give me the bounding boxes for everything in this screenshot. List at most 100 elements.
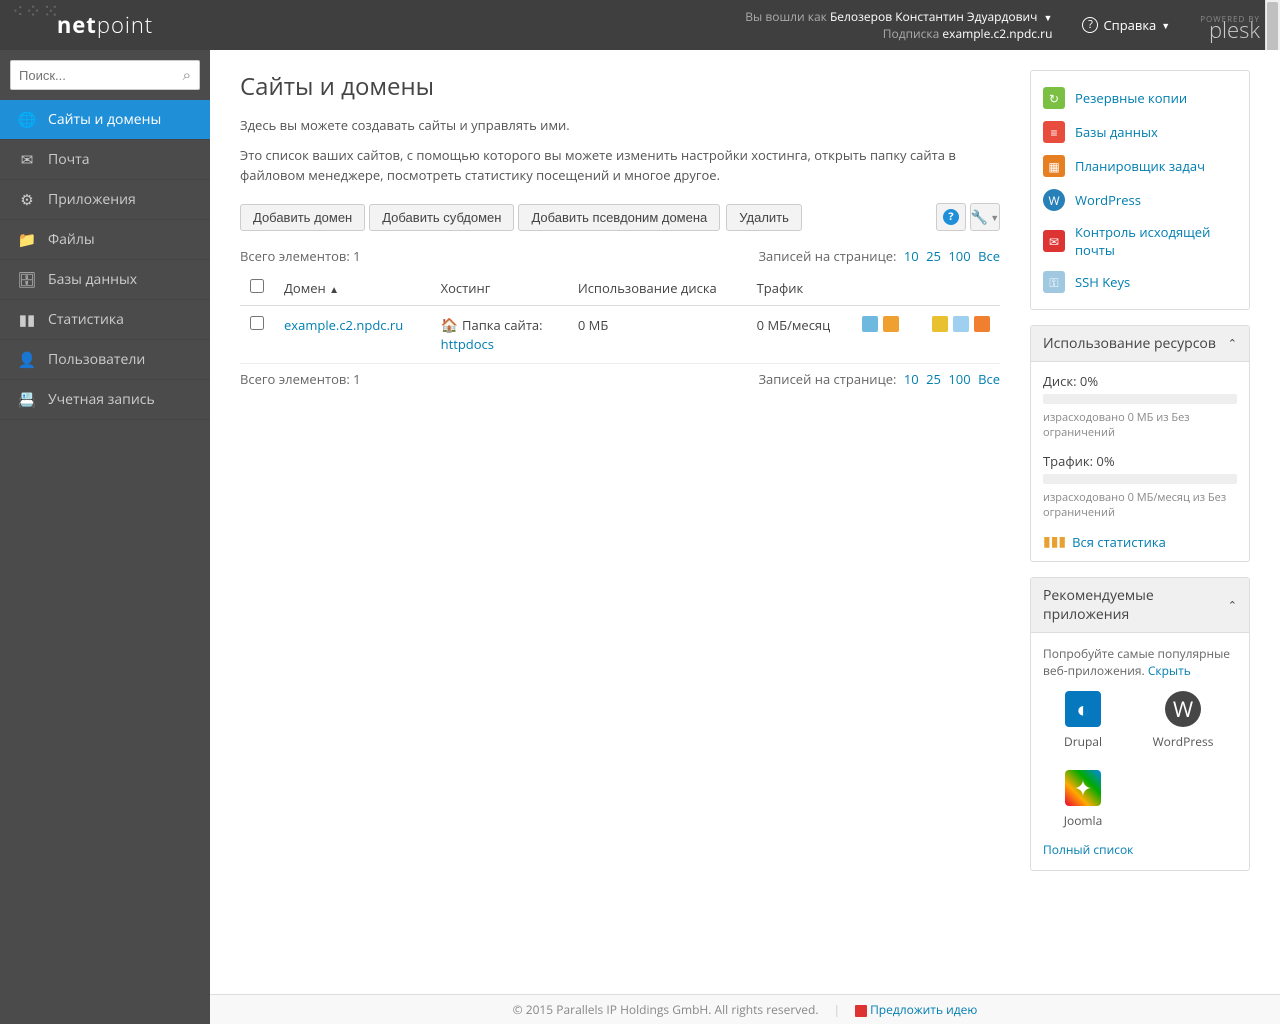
list-meta-bottom: Всего элементов: 1 Записей на странице: …	[240, 364, 1000, 394]
traffic-cell: 0 МБ/месяц	[747, 306, 852, 364]
bars-icon: ▮▮▮	[1043, 532, 1066, 551]
perpage-25[interactable]: 25	[926, 370, 941, 388]
gear-icon: ⚙	[18, 191, 36, 209]
files-icon[interactable]	[883, 316, 899, 332]
chevron-up-icon: ⌃	[1228, 336, 1237, 351]
apps-panel: Рекомендуемые приложения ⌃ Попробуйте са…	[1030, 577, 1250, 871]
tool-link-1[interactable]: ≡Базы данных	[1043, 115, 1237, 149]
tool-link-2[interactable]: ▦Планировщик задач	[1043, 149, 1237, 183]
sidebar-item-7[interactable]: 📇Учетная запись	[0, 380, 210, 420]
question-icon: ?	[943, 209, 959, 225]
app-icon: ◐	[1065, 691, 1101, 727]
full-list-link[interactable]: Полный список	[1043, 841, 1133, 858]
user-block[interactable]: Вы вошли как Белозеров Константин Эдуард…	[745, 9, 1052, 42]
copyright: © 2015 Parallels IP Holdings GmbH. All r…	[513, 1001, 819, 1018]
col-traffic[interactable]: Трафик	[747, 271, 852, 306]
traffic-text: израсходовано 0 МБ/месяц из Без ограниче…	[1043, 490, 1237, 520]
all-stats-link[interactable]: ▮▮▮ Вся статистика	[1043, 532, 1237, 551]
sidebar-item-0[interactable]: 🌐Сайты и домены	[0, 100, 210, 140]
delete-button[interactable]: Удалить	[726, 204, 802, 231]
sidebar-item-5[interactable]: ▮▮Статистика	[0, 300, 210, 340]
domain-link[interactable]: example.c2.npdc.ru	[284, 316, 403, 334]
tool-link-4[interactable]: ✉Контроль исходящей почты	[1043, 217, 1237, 265]
apps-header[interactable]: Рекомендуемые приложения ⌃	[1031, 578, 1249, 633]
perpage-100[interactable]: 100	[948, 247, 970, 265]
caret-down-icon: ▼	[990, 211, 999, 224]
perpage-Все[interactable]: Все	[978, 370, 1000, 388]
app-wordpress[interactable]: WWordPress	[1143, 691, 1223, 750]
flag-icon	[855, 1005, 867, 1017]
tool-icon: ▦	[1043, 155, 1065, 177]
suggest-link[interactable]: Предложить идею	[855, 1001, 977, 1018]
house-icon: 🏠	[441, 316, 458, 335]
plesk-brand: POWERED BY plesk	[1200, 14, 1260, 36]
intro-1: Здесь вы можете создавать сайты и управл…	[240, 115, 1000, 135]
sidebar-item-2[interactable]: ⚙Приложения	[0, 180, 210, 220]
sidebar-item-1[interactable]: ✉Почта	[0, 140, 210, 180]
hosting-path-link[interactable]: httpdocs	[441, 335, 494, 353]
preview-icon[interactable]	[862, 316, 878, 332]
list-meta-top: Всего элементов: 1 Записей на странице: …	[240, 241, 1000, 271]
tool-icon: ≡	[1043, 121, 1065, 143]
caret-down-icon: ▼	[1044, 11, 1053, 24]
db-icon: 🗄	[18, 271, 36, 289]
app-joomla[interactable]: ✦Joomla	[1043, 770, 1123, 829]
sidebar-item-4[interactable]: 🗄Базы данных	[0, 260, 210, 300]
app-icon: ✦	[1065, 770, 1101, 806]
search-input[interactable]	[19, 68, 183, 83]
perpage-10[interactable]: 10	[904, 370, 919, 388]
disk-text: израсходовано 0 МБ из Без ограничений	[1043, 410, 1237, 440]
tool-link-5[interactable]: ⚿SSH Keys	[1043, 265, 1237, 299]
resources-panel: Использование ресурсов ⌃ Диск: 0% израсх…	[1030, 325, 1250, 562]
page-title: Сайты и домены	[240, 70, 1000, 103]
tool-link-0[interactable]: ↻Резервные копии	[1043, 81, 1237, 115]
add-subdomain-button[interactable]: Добавить субдомен	[369, 204, 514, 231]
select-all-checkbox[interactable]	[250, 279, 264, 293]
flag-icon[interactable]	[974, 316, 990, 332]
doc-icon[interactable]	[953, 316, 969, 332]
perpage-top: Записей на странице: 10 25 100 Все	[758, 247, 1000, 265]
tool-icon: W	[1043, 189, 1065, 211]
sort-asc-icon: ▲	[329, 282, 339, 296]
logo[interactable]: ⁖⁘⁙ netpoint	[0, 0, 210, 50]
col-disk[interactable]: Использование диска	[568, 271, 747, 306]
help-icon: ?	[1082, 17, 1098, 33]
app-icon: W	[1165, 691, 1201, 727]
tool-icon: ⚿	[1043, 271, 1065, 293]
user-icon: 👤	[18, 351, 36, 369]
stats-icon[interactable]	[932, 316, 948, 332]
sidebar: ⌕ 🌐Сайты и домены✉Почта⚙Приложения📁Файлы…	[0, 50, 210, 1024]
perpage-100[interactable]: 100	[948, 370, 970, 388]
intro-2: Это список ваших сайтов, с помощью котор…	[240, 145, 1000, 185]
settings-button[interactable]: 🔧▼	[970, 203, 1000, 231]
add-domain-button[interactable]: Добавить домен	[240, 204, 365, 231]
wrench-icon: 🔧	[971, 208, 988, 227]
search-icon[interactable]: ⌕	[183, 65, 191, 85]
hide-apps-link[interactable]: Скрыть	[1148, 662, 1191, 679]
chevron-up-icon: ⌃	[1228, 598, 1237, 613]
perpage-25[interactable]: 25	[926, 247, 941, 265]
folder-icon: 📁	[18, 231, 36, 249]
tool-link-3[interactable]: WWordPress	[1043, 183, 1237, 217]
perpage-10[interactable]: 10	[904, 247, 919, 265]
col-domain[interactable]: Домен ▲	[274, 271, 431, 306]
help-link[interactable]: ? Справка ▼	[1082, 16, 1170, 34]
footer: © 2015 Parallels IP Holdings GmbH. All r…	[210, 994, 1280, 1024]
traffic-bar	[1043, 474, 1237, 484]
card-icon: 📇	[18, 391, 36, 409]
col-hosting[interactable]: Хостинг	[431, 271, 568, 306]
user-name: Белозеров Константин Эдуардович	[830, 8, 1037, 25]
help-hint-button[interactable]: ?	[936, 203, 966, 231]
disk-bar	[1043, 394, 1237, 404]
add-alias-button[interactable]: Добавить псевдоним домена	[518, 204, 720, 231]
search-box[interactable]: ⌕	[10, 60, 200, 90]
resources-header[interactable]: Использование ресурсов ⌃	[1031, 326, 1249, 362]
logo-text: netpoint	[57, 10, 153, 40]
app-drupal[interactable]: ◐Drupal	[1043, 691, 1123, 750]
sidebar-item-6[interactable]: 👤Пользователи	[0, 340, 210, 380]
main-area: Сайты и домены Здесь вы можете создавать…	[210, 50, 1280, 994]
top-header: ⁖⁘⁙ netpoint Вы вошли как Белозеров Конс…	[0, 0, 1280, 50]
perpage-Все[interactable]: Все	[978, 247, 1000, 265]
row-checkbox[interactable]	[250, 316, 264, 330]
sidebar-item-3[interactable]: 📁Файлы	[0, 220, 210, 260]
